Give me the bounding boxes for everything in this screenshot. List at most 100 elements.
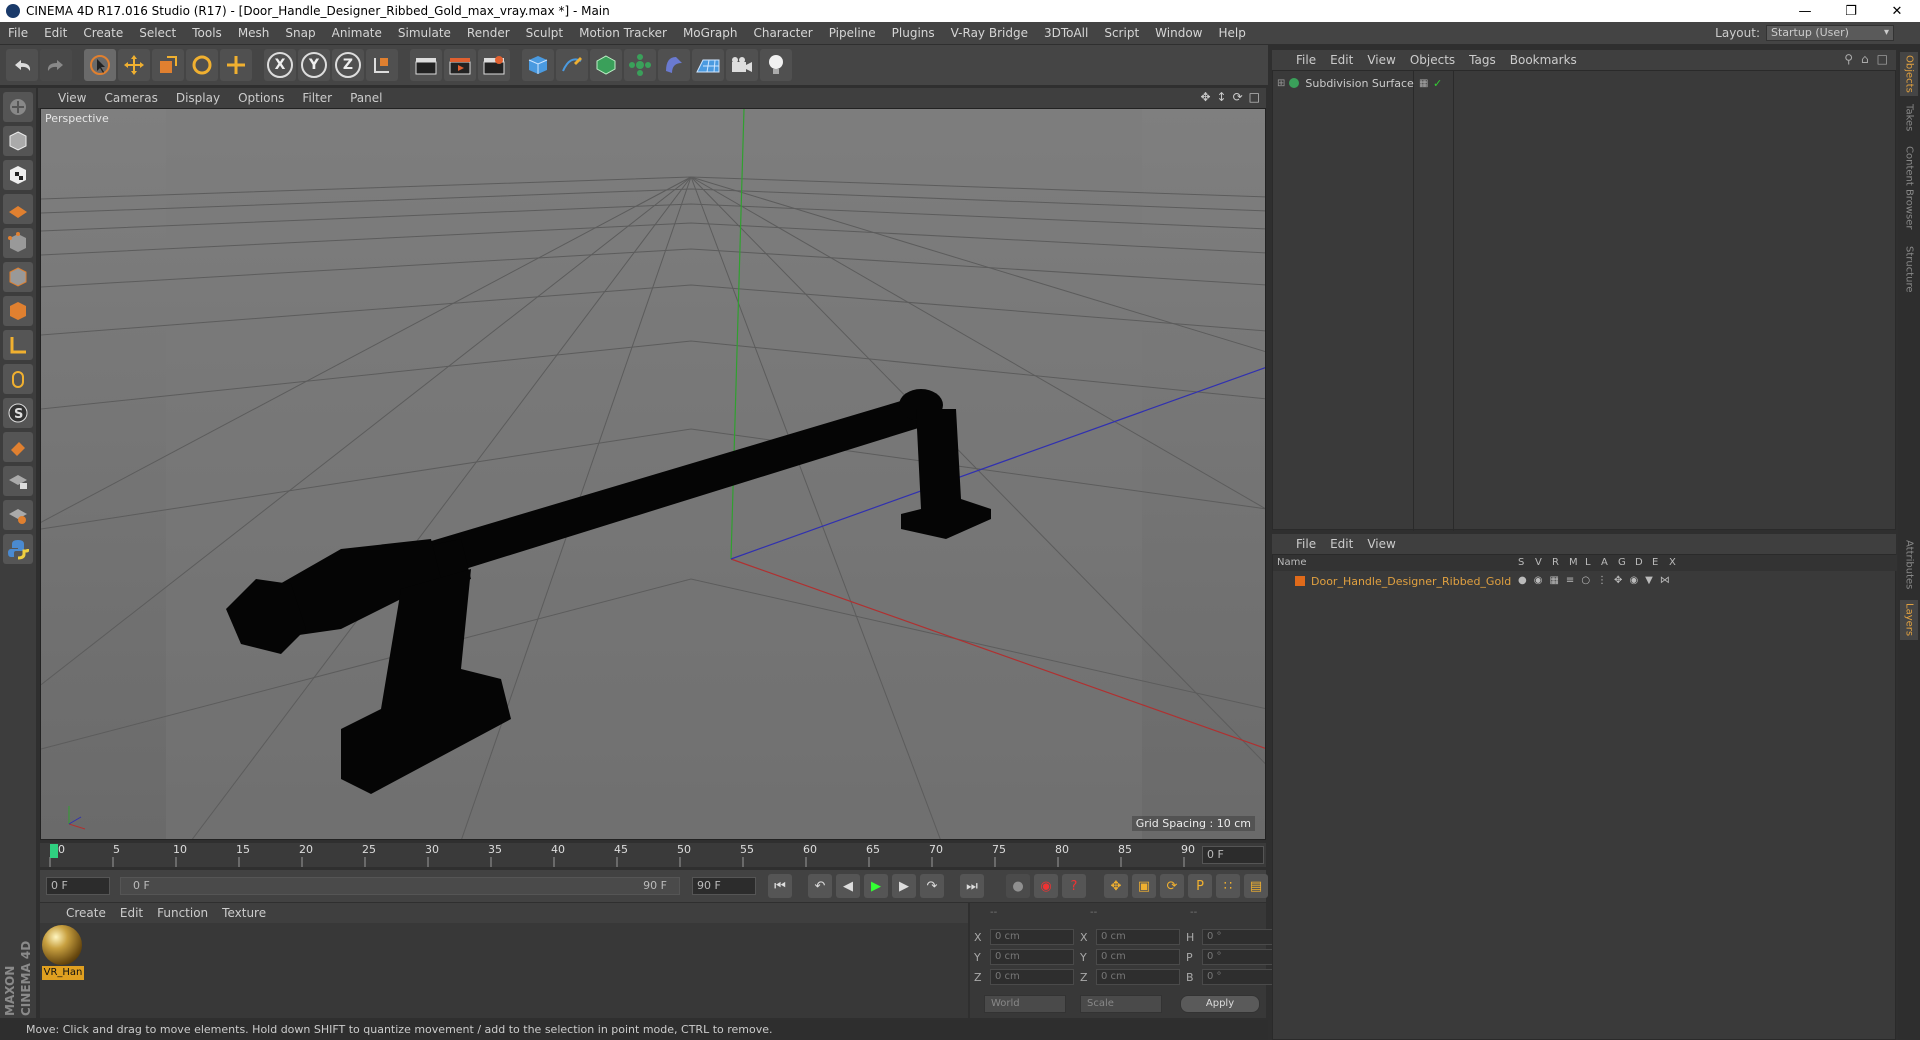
- viewport-menu-view[interactable]: View: [58, 91, 86, 105]
- menu-animate[interactable]: Animate: [324, 26, 390, 40]
- menu-create[interactable]: Create: [75, 26, 131, 40]
- viewport-menu-panel[interactable]: Panel: [350, 91, 382, 105]
- material-menu-edit[interactable]: Edit: [120, 906, 143, 920]
- layer-menu-file[interactable]: File: [1296, 537, 1316, 551]
- object-menu-view[interactable]: View: [1367, 53, 1395, 67]
- key-point-level-button[interactable]: ∷: [1216, 874, 1240, 898]
- size-y-field[interactable]: 0 cm: [1096, 949, 1180, 965]
- visibility-dots-icon[interactable]: ▦: [1419, 78, 1428, 89]
- key-scale-button[interactable]: ▣: [1132, 874, 1156, 898]
- size-z-field[interactable]: 0 cm: [1096, 969, 1180, 985]
- generator-icon[interactable]: ✥: [1614, 575, 1622, 586]
- menu-motion-tracker[interactable]: Motion Tracker: [571, 26, 675, 40]
- object-row[interactable]: ⊞ Subdivision Surface ▦ ✓: [1273, 75, 1897, 91]
- material-menu-create[interactable]: Create: [66, 906, 106, 920]
- x-axis-lock-button[interactable]: X: [264, 49, 296, 81]
- enable-snap-button[interactable]: [3, 432, 33, 462]
- render-settings-button[interactable]: [478, 49, 510, 81]
- material-menu-function[interactable]: Function: [157, 906, 208, 920]
- move-tool-button[interactable]: [118, 49, 150, 81]
- render-to-picture-viewer-button[interactable]: [444, 49, 476, 81]
- menu-mesh[interactable]: Mesh: [230, 26, 278, 40]
- home-icon[interactable]: ⌂: [1861, 52, 1869, 66]
- go-to-start-button[interactable]: ⏮: [768, 874, 792, 898]
- layer-menu-view[interactable]: View: [1367, 537, 1395, 551]
- previous-key-button[interactable]: ↶: [808, 874, 832, 898]
- object-menu-bookmarks[interactable]: Bookmarks: [1510, 53, 1577, 67]
- add-array-button[interactable]: [624, 49, 656, 81]
- recent-tool-button[interactable]: [220, 49, 252, 81]
- menu-3dtoall[interactable]: 3DToAll: [1036, 26, 1096, 40]
- viewport-menu-options[interactable]: Options: [238, 91, 284, 105]
- workplane-snap-button[interactable]: [3, 500, 33, 530]
- record-keys-disabled-button[interactable]: ●: [1006, 874, 1030, 898]
- next-frame-button[interactable]: ▶: [892, 874, 916, 898]
- menu-help[interactable]: Help: [1210, 26, 1253, 40]
- key-parameter-button[interactable]: P: [1188, 874, 1212, 898]
- add-cube-button[interactable]: [522, 49, 554, 81]
- lock-icon[interactable]: ○: [1581, 575, 1590, 586]
- dolly-icon[interactable]: ↕: [1217, 90, 1227, 104]
- tab-content-browser[interactable]: Content Browser: [1900, 140, 1918, 236]
- menu-mograph[interactable]: MoGraph: [675, 26, 746, 40]
- add-spline-button[interactable]: [556, 49, 588, 81]
- live-selection-button[interactable]: [84, 49, 116, 81]
- menu-tools[interactable]: Tools: [184, 26, 230, 40]
- orbit-icon[interactable]: ⟳: [1233, 90, 1243, 104]
- object-menu-edit[interactable]: Edit: [1330, 53, 1353, 67]
- position-x-field[interactable]: 0 cm: [990, 929, 1074, 945]
- timeline-window-button[interactable]: ▤: [1244, 874, 1268, 898]
- rotation-b-field[interactable]: 0 °: [1202, 969, 1278, 985]
- object-menu-objects[interactable]: Objects: [1410, 53, 1455, 67]
- layer-row[interactable]: Door_Handle_Designer_Ribbed_Gold ● ◉ ▦ ≡…: [1273, 573, 1897, 589]
- play-button[interactable]: ▶: [864, 874, 888, 898]
- current-frame-field[interactable]: 0 F: [1202, 846, 1264, 864]
- tab-objects[interactable]: Objects: [1900, 52, 1918, 96]
- menu-script[interactable]: Script: [1096, 26, 1147, 40]
- size-x-field[interactable]: 0 cm: [1096, 929, 1180, 945]
- key-rotation-button[interactable]: ⟳: [1160, 874, 1184, 898]
- deformer-toggle-icon[interactable]: ◉: [1629, 575, 1638, 586]
- animation-icon[interactable]: ⋮: [1597, 575, 1607, 586]
- add-light-button[interactable]: [760, 49, 792, 81]
- menu-sculpt[interactable]: Sculpt: [518, 26, 571, 40]
- layer-menu-edit[interactable]: Edit: [1330, 537, 1353, 551]
- menu-plugins[interactable]: Plugins: [884, 26, 943, 40]
- transform-mode-dropdown[interactable]: Scale: [1080, 995, 1162, 1013]
- minimize-button[interactable]: —: [1782, 0, 1828, 22]
- axis-mode-button[interactable]: [3, 330, 33, 360]
- timeline-ruler[interactable]: 0 5 10 15 20 25 30 35 40 45 50 55 60 65 …: [40, 843, 1266, 867]
- add-camera-button[interactable]: [726, 49, 758, 81]
- restore-button[interactable]: ❐: [1828, 0, 1874, 22]
- new-view-icon[interactable]: □: [1877, 52, 1888, 66]
- viewport-menu-display[interactable]: Display: [176, 91, 220, 105]
- model-mode-button[interactable]: [3, 126, 33, 156]
- render-icon[interactable]: ▦: [1549, 575, 1558, 586]
- record-active-objects-button[interactable]: ◉: [1034, 874, 1058, 898]
- polygons-mode-button[interactable]: [3, 296, 33, 326]
- z-axis-lock-button[interactable]: Z: [332, 49, 364, 81]
- layer-color-swatch[interactable]: [1295, 576, 1305, 586]
- menu-render[interactable]: Render: [459, 26, 518, 40]
- position-z-field[interactable]: 0 cm: [990, 969, 1074, 985]
- coordinate-mode-dropdown[interactable]: World: [984, 995, 1066, 1013]
- search-icon[interactable]: ⚲: [1844, 52, 1853, 66]
- close-button[interactable]: ✕: [1874, 0, 1920, 22]
- apply-button[interactable]: Apply: [1180, 995, 1260, 1013]
- scale-tool-button[interactable]: [152, 49, 184, 81]
- menu-edit[interactable]: Edit: [36, 26, 75, 40]
- tweak-mode-button[interactable]: [3, 364, 33, 394]
- next-key-button[interactable]: ↷: [920, 874, 944, 898]
- pan-icon[interactable]: ✥: [1200, 90, 1210, 104]
- autokeying-button[interactable]: ?: [1062, 874, 1086, 898]
- lock-workplane-button[interactable]: [3, 466, 33, 496]
- menu-pipeline[interactable]: Pipeline: [821, 26, 884, 40]
- coordinate-system-button[interactable]: [366, 49, 398, 81]
- menu-character[interactable]: Character: [745, 26, 820, 40]
- tab-layers[interactable]: Layers: [1900, 600, 1918, 640]
- expand-icon[interactable]: ⊞: [1277, 78, 1285, 89]
- layout-dropdown[interactable]: Startup (User): [1766, 25, 1894, 41]
- redo-button[interactable]: [40, 49, 72, 81]
- position-y-field[interactable]: 0 cm: [990, 949, 1074, 965]
- add-subdivision-surface-button[interactable]: [590, 49, 622, 81]
